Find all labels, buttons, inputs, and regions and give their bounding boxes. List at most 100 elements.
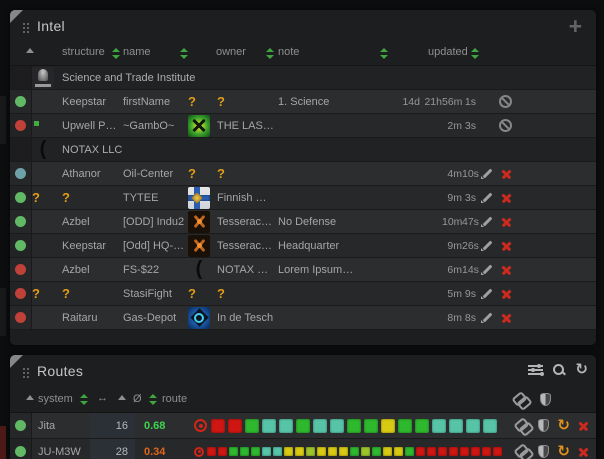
- route-system-square-red[interactable]: [228, 419, 242, 433]
- route-system-square-teal[interactable]: [279, 419, 293, 433]
- refresh-icon[interactable]: ↻: [575, 363, 588, 377]
- route-settings-icon[interactable]: [528, 364, 543, 376]
- refresh-route-icon[interactable]: ↻: [557, 419, 570, 433]
- route-system-square-red[interactable]: [438, 447, 447, 456]
- route-system-square-teal[interactable]: [432, 419, 446, 433]
- route-system-square-teal[interactable]: [466, 419, 480, 433]
- column-header-structure[interactable]: structure: [62, 46, 105, 58]
- sort-icon[interactable]: [149, 394, 157, 405]
- route-system-square-red[interactable]: [211, 419, 225, 433]
- sort-icon[interactable]: [266, 48, 274, 59]
- edit-icon[interactable]: [481, 239, 494, 252]
- delete-icon[interactable]: [501, 192, 512, 203]
- intel-group-row[interactable]: Science and Trade Institute: [10, 66, 596, 90]
- link-icon[interactable]: [515, 420, 530, 431]
- sort-icon[interactable]: [380, 48, 388, 59]
- intel-structure-row[interactable]: Keepstar[Odd] HQ-OneTesseract C…Headquar…: [10, 234, 596, 258]
- sort-icon[interactable]: [180, 48, 188, 59]
- edit-icon[interactable]: [481, 167, 494, 180]
- column-header-owner[interactable]: owner: [216, 46, 246, 58]
- route-system-square-yellow[interactable]: [295, 447, 304, 456]
- refresh-route-icon[interactable]: ↻: [557, 445, 570, 459]
- edit-icon[interactable]: [481, 311, 494, 324]
- route-system-square-green[interactable]: [350, 447, 359, 456]
- intel-structure-row[interactable]: ??TYTEEFinnish Dee…9m3s: [10, 186, 596, 210]
- route-system-square-green[interactable]: [364, 419, 378, 433]
- column-header-avg-security[interactable]: Ø: [133, 393, 142, 405]
- delete-icon[interactable]: [501, 216, 512, 227]
- route-system-square-red[interactable]: [218, 447, 227, 456]
- drag-handle-icon[interactable]: [23, 23, 30, 34]
- route-system-square-green[interactable]: [240, 447, 249, 456]
- route-row[interactable]: Jita160.68↻: [10, 413, 596, 439]
- sort-caret-status[interactable]: [26, 395, 34, 400]
- sort-icon[interactable]: [80, 394, 88, 405]
- route-system-square-red[interactable]: [482, 447, 491, 456]
- route-system-square-red[interactable]: [416, 447, 425, 456]
- delete-route-icon[interactable]: [578, 446, 589, 457]
- route-system-square-yellow[interactable]: [317, 447, 326, 456]
- route-system-square-teal[interactable]: [262, 447, 271, 456]
- route-system-square-teal[interactable]: [262, 419, 276, 433]
- route-system-square-yellowgreen[interactable]: [361, 447, 370, 456]
- intel-structure-row[interactable]: ??StasiFight??5m9s: [10, 282, 596, 306]
- intel-structure-row[interactable]: AthanorOil-Center??4m10s: [10, 162, 596, 186]
- intel-structure-row[interactable]: KeepstarfirstName??1. Science14d21h56m1s: [10, 90, 596, 114]
- sort-icon[interactable]: [112, 48, 120, 59]
- sort-icon[interactable]: [471, 48, 479, 59]
- route-system-square-yellow[interactable]: [339, 447, 348, 456]
- route-system-square-yellow[interactable]: [328, 447, 337, 456]
- delete-icon[interactable]: [501, 168, 512, 179]
- link-icon[interactable]: [513, 394, 528, 405]
- route-system-square-red[interactable]: [427, 447, 436, 456]
- link-icon[interactable]: [515, 446, 530, 457]
- edit-icon[interactable]: [481, 263, 494, 276]
- route-system-square-green[interactable]: [415, 419, 429, 433]
- delete-icon[interactable]: [501, 312, 512, 323]
- drag-handle-icon[interactable]: [23, 368, 30, 379]
- intel-structure-row[interactable]: Azbel[ODD] Indu2Tesseract C…No Defense10…: [10, 210, 596, 234]
- column-header-updated[interactable]: updated: [428, 46, 468, 58]
- route-system-square-yellow[interactable]: [394, 447, 403, 456]
- route-system-square-red[interactable]: [493, 447, 502, 456]
- route-system-square-red[interactable]: [449, 447, 458, 456]
- sort-caret-jumps[interactable]: [118, 395, 126, 400]
- route-system-square-teal[interactable]: [313, 419, 327, 433]
- route-system-square-teal[interactable]: [483, 419, 497, 433]
- delete-route-icon[interactable]: [578, 420, 589, 431]
- route-system-square-yellow[interactable]: [284, 447, 293, 456]
- shield-icon[interactable]: [538, 419, 549, 432]
- route-system-square-red[interactable]: [460, 447, 469, 456]
- route-system-square-teal[interactable]: [449, 419, 463, 433]
- route-system-square-red[interactable]: [471, 447, 480, 456]
- route-system-square-green[interactable]: [405, 447, 414, 456]
- route-system-square-red[interactable]: [207, 447, 216, 456]
- edit-icon[interactable]: [481, 191, 494, 204]
- route-system-square-green[interactable]: [372, 447, 381, 456]
- sort-caret-status[interactable]: [26, 48, 34, 53]
- shield-icon[interactable]: [540, 393, 551, 406]
- column-header-jumps[interactable]: ↔: [97, 392, 108, 404]
- route-system-square-green[interactable]: [229, 447, 238, 456]
- intel-group-row[interactable]: (NOTAX LLC: [10, 138, 596, 162]
- column-header-note[interactable]: note: [278, 46, 299, 58]
- intel-structure-row[interactable]: AzbelFS-$22(NOTAX LLCLorem Ipsum…6m14s: [10, 258, 596, 282]
- column-header-route[interactable]: route: [162, 393, 187, 405]
- route-system-square-green[interactable]: [296, 419, 310, 433]
- route-system-square-yellowgreen[interactable]: [306, 447, 315, 456]
- route-system-square-green[interactable]: [251, 447, 260, 456]
- delete-icon[interactable]: [501, 288, 512, 299]
- delete-icon[interactable]: [501, 240, 512, 251]
- route-system-square-green[interactable]: [398, 419, 412, 433]
- route-system-square-teal[interactable]: [330, 419, 344, 433]
- column-header-name[interactable]: name: [123, 46, 151, 58]
- intel-structure-row[interactable]: RaitaruGas-DepotIn de Tesch8m8s: [10, 306, 596, 330]
- delete-icon[interactable]: [501, 264, 512, 275]
- route-system-square-yellow[interactable]: [383, 447, 392, 456]
- route-row[interactable]: JU-M3W280.34↻: [10, 439, 596, 459]
- shield-icon[interactable]: [538, 445, 549, 458]
- add-structure-button[interactable]: +: [569, 14, 582, 38]
- route-system-square-yellow[interactable]: [381, 419, 395, 433]
- edit-icon[interactable]: [481, 215, 494, 228]
- column-header-system[interactable]: system: [38, 393, 73, 405]
